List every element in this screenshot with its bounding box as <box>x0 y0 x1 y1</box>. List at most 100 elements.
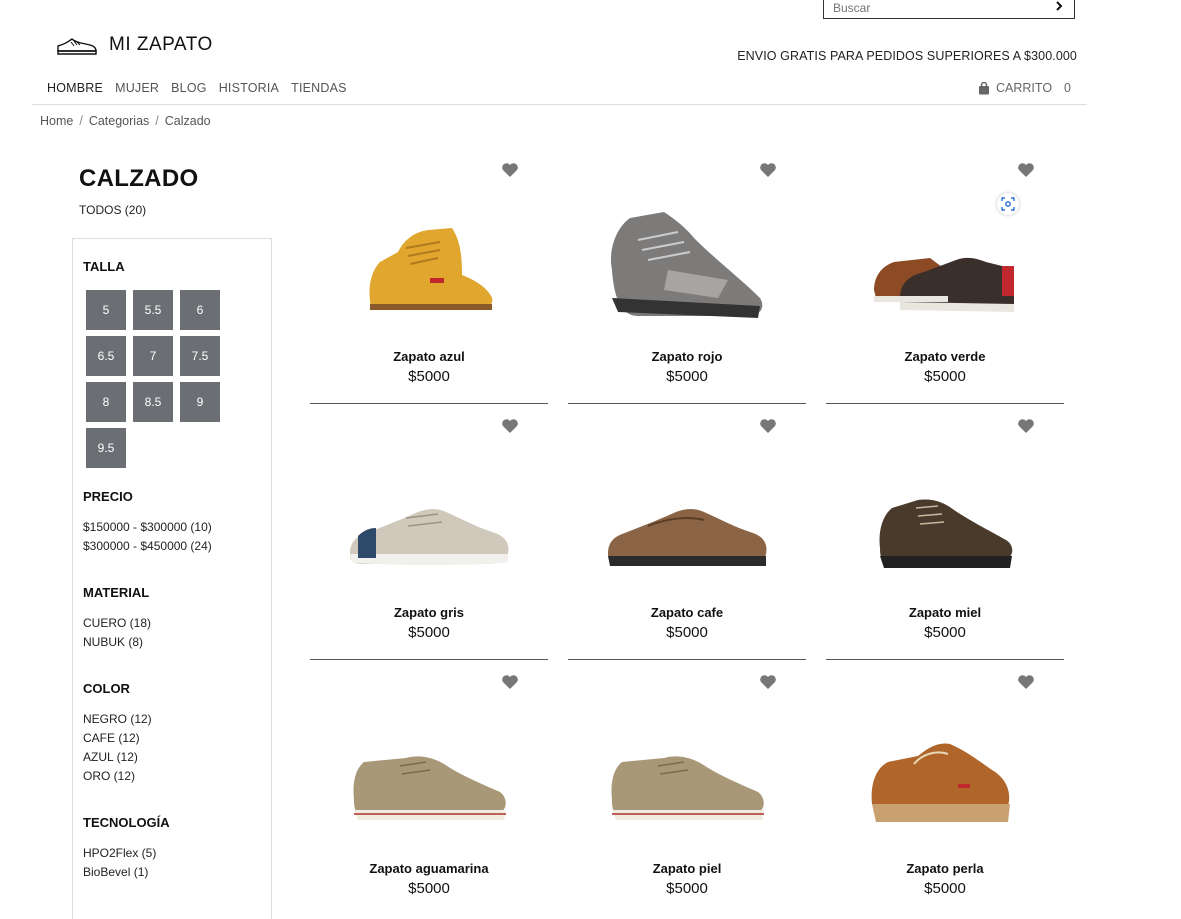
search-box[interactable] <box>823 0 1075 19</box>
size-option[interactable]: 8 <box>86 382 126 422</box>
filter-all[interactable]: TODOS (20) <box>79 203 146 217</box>
product-name[interactable]: Zapato azul <box>310 349 548 364</box>
product-image[interactable] <box>826 436 1064 596</box>
product-image[interactable] <box>826 692 1064 852</box>
search-input[interactable] <box>824 0 1043 19</box>
product-image[interactable] <box>568 436 806 596</box>
heart-icon[interactable] <box>1017 418 1035 434</box>
price-filter-list: $150000 - $300000 (10) $300000 - $450000… <box>83 518 212 556</box>
product-name[interactable]: Zapato verde <box>826 349 1064 364</box>
material-filter-list: CUERO (18) NUBUK (8) <box>83 614 151 652</box>
filter-option[interactable]: CAFE (12) <box>83 729 152 748</box>
product-image[interactable] <box>310 180 548 340</box>
card-divider <box>310 403 548 404</box>
card-divider <box>826 659 1064 660</box>
product-image[interactable] <box>568 180 806 340</box>
scan-icon <box>1001 197 1015 211</box>
size-option[interactable]: 8.5 <box>133 382 173 422</box>
size-option[interactable]: 7 <box>133 336 173 376</box>
size-option[interactable]: 5 <box>86 290 126 330</box>
filter-option[interactable]: NUBUK (8) <box>83 633 151 652</box>
heart-icon[interactable] <box>759 418 777 434</box>
filter-option[interactable]: CUERO (18) <box>83 614 151 633</box>
breadcrumb-home[interactable]: Home <box>40 114 73 128</box>
breadcrumb-categorias[interactable]: Categorias <box>89 114 149 128</box>
page-title: CALZADO <box>79 165 199 192</box>
heart-icon[interactable] <box>501 674 519 690</box>
heart-icon[interactable] <box>501 418 519 434</box>
shipping-promo: ENVIO GRATIS PARA PEDIDOS SUPERIORES A $… <box>737 49 1077 63</box>
product-name[interactable]: Zapato gris <box>310 605 548 620</box>
cart-count: 0 <box>1064 81 1071 95</box>
product-price: $5000 <box>666 368 708 385</box>
filter-heading-tecnologia: TECNOLOGÍA <box>83 815 170 830</box>
product-image[interactable] <box>826 180 1064 340</box>
product-price: $5000 <box>408 624 450 641</box>
heart-icon[interactable] <box>501 162 519 178</box>
card-divider <box>310 659 548 660</box>
card-divider <box>568 659 806 660</box>
product-price: $5000 <box>924 624 966 641</box>
product-price: $5000 <box>666 624 708 641</box>
size-option[interactable]: 9 <box>180 382 220 422</box>
nav-item-hombre[interactable]: HOMBRE <box>47 81 103 95</box>
product-name[interactable]: Zapato perla <box>826 861 1064 876</box>
product-price: $5000 <box>924 368 966 385</box>
product-image[interactable] <box>568 692 806 852</box>
size-option[interactable]: 7.5 <box>180 336 220 376</box>
filter-sidebar: TALLA 5 5.5 6 6.5 7 7.5 8 8.5 9 9.5 PREC… <box>72 238 272 919</box>
heart-icon[interactable] <box>759 162 777 178</box>
filter-option[interactable]: HPO2Flex (5) <box>83 844 156 863</box>
size-grid: 5 5.5 6 6.5 7 7.5 8 8.5 9 9.5 <box>86 290 220 468</box>
size-option[interactable]: 5.5 <box>133 290 173 330</box>
filter-option[interactable]: $300000 - $450000 (24) <box>83 537 212 556</box>
brand-logo[interactable]: MI ZAPATO <box>57 34 213 56</box>
filter-option[interactable]: AZUL (12) <box>83 748 152 767</box>
product-price: $5000 <box>666 880 708 897</box>
nav-item-tiendas[interactable]: TIENDAS <box>291 81 347 95</box>
color-filter-list: NEGRO (12) CAFE (12) AZUL (12) ORO (12) <box>83 710 152 786</box>
product-name[interactable]: Zapato miel <box>826 605 1064 620</box>
card-divider <box>826 403 1064 404</box>
product-price: $5000 <box>924 880 966 897</box>
heart-icon[interactable] <box>1017 674 1035 690</box>
header-divider <box>32 104 1087 105</box>
product-image[interactable] <box>310 436 548 596</box>
main-nav: HOMBRE MUJER BLOG HISTORIA TIENDAS <box>47 81 347 95</box>
breadcrumb-current: Calzado <box>164 114 211 128</box>
card-divider <box>568 403 806 404</box>
cart-label: CARRITO <box>996 81 1053 95</box>
product-price: $5000 <box>408 368 450 385</box>
nav-item-blog[interactable]: BLOG <box>171 81 207 95</box>
filter-option[interactable]: NEGRO (12) <box>83 710 152 729</box>
product-image[interactable] <box>310 692 548 852</box>
chevron-right-icon[interactable] <box>1052 0 1066 13</box>
product-name[interactable]: Zapato rojo <box>568 349 806 364</box>
tech-filter-list: HPO2Flex (5) BioBevel (1) <box>83 844 156 882</box>
product-price: $5000 <box>408 880 450 897</box>
filter-heading-talla: TALLA <box>83 259 125 274</box>
filter-heading-precio: PRECIO <box>83 489 133 504</box>
shopping-bag-icon <box>979 81 990 94</box>
shoe-logo-icon <box>57 38 97 55</box>
product-name[interactable]: Zapato piel <box>568 861 806 876</box>
brand-name: MI ZAPATO <box>109 34 213 55</box>
nav-item-historia[interactable]: HISTORIA <box>219 81 279 95</box>
product-name[interactable]: Zapato cafe <box>568 605 806 620</box>
filter-option[interactable]: $150000 - $300000 (10) <box>83 518 212 537</box>
cart-link[interactable]: CARRITO 0 <box>978 81 1071 95</box>
visual-search-button[interactable] <box>997 193 1019 215</box>
heart-icon[interactable] <box>759 674 777 690</box>
filter-option[interactable]: BioBevel (1) <box>83 863 156 882</box>
size-option[interactable]: 6.5 <box>86 336 126 376</box>
breadcrumb: Home / Categorias / Calzado <box>40 114 211 128</box>
nav-item-mujer[interactable]: MUJER <box>115 81 159 95</box>
breadcrumb-separator: / <box>79 114 83 128</box>
filter-heading-material: MATERIAL <box>83 585 150 600</box>
heart-icon[interactable] <box>1017 162 1035 178</box>
filter-option[interactable]: ORO (12) <box>83 767 152 786</box>
product-name[interactable]: Zapato aguamarina <box>310 861 548 876</box>
size-option[interactable]: 6 <box>180 290 220 330</box>
size-option[interactable]: 9.5 <box>86 428 126 468</box>
breadcrumb-separator: / <box>155 114 159 128</box>
